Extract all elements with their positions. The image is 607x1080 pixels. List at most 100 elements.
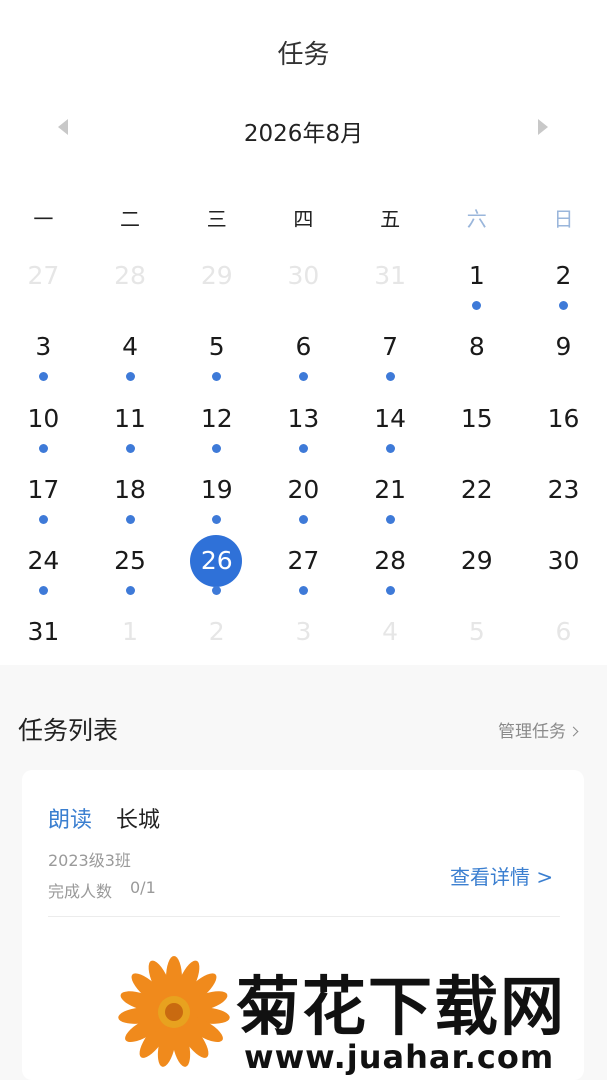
next-month-icon[interactable] (535, 116, 553, 138)
task-class: 2023级3班 (48, 851, 131, 870)
calendar-day-selected[interactable]: 26 (173, 532, 260, 603)
day-number: 29 (200, 261, 233, 290)
month-navigator: 2026年8月 (0, 108, 607, 148)
calendar-day[interactable]: 29 (433, 532, 520, 603)
calendar-day[interactable]: 17 (0, 461, 87, 532)
manage-tasks-link[interactable]: 管理任务 (498, 717, 579, 742)
calendar-day[interactable]: 9 (520, 318, 607, 389)
calendar-day[interactable]: 12 (173, 390, 260, 461)
calendar-week-row: 10 11 12 13 14 15 16 (0, 390, 607, 461)
day-number: 5 (468, 617, 485, 647)
completion-count: 0/1 (130, 878, 156, 897)
day-number: 1 (122, 617, 138, 647)
calendar-day[interactable]: 1 (433, 247, 520, 318)
weekday-fri: 五 (380, 207, 401, 231)
task-indicator-dot (385, 586, 395, 596)
divider (48, 916, 560, 917)
calendar-day[interactable]: 14 (347, 390, 434, 461)
day-number: 16 (547, 403, 580, 433)
day-number: 30 (547, 546, 580, 576)
calendar-day[interactable]: 6 (260, 318, 347, 389)
day-number: 3 (295, 617, 312, 647)
task-indicator-dot (125, 586, 135, 596)
calendar-week-row: 24 25 26 27 28 29 30 (0, 532, 607, 603)
calendar-day[interactable]: 27 (0, 247, 87, 318)
calendar-week-row: 17 18 19 20 21 22 23 (0, 461, 607, 532)
task-indicator-dot (559, 301, 569, 310)
manage-tasks-label: 管理任务 (498, 722, 566, 742)
weekday-sat: 六 (466, 207, 487, 231)
day-number: 27 (27, 261, 60, 290)
day-number: 28 (374, 546, 406, 576)
calendar-day[interactable]: 16 (520, 390, 607, 461)
weekday-sun: 日 (553, 207, 574, 231)
day-number: 27 (287, 546, 320, 576)
task-indicator-dot (39, 586, 48, 596)
day-number: 24 (27, 546, 60, 576)
day-number: 6 (555, 617, 572, 647)
calendar-day[interactable]: 28 (87, 247, 174, 318)
calendar-day[interactable]: 28 (347, 532, 434, 603)
day-number: 17 (27, 474, 60, 504)
day-number: 31 (374, 261, 406, 290)
day-number: 7 (382, 332, 399, 362)
task-indicator-dot (385, 372, 395, 382)
calendar-day[interactable]: 3 (0, 318, 87, 389)
calendar-day[interactable]: 19 (173, 461, 260, 532)
calendar-day[interactable]: 31 (347, 247, 434, 318)
watermark: 菊花下载网 www.juahar.com (118, 950, 607, 1080)
calendar-grid: 27 28 29 30 31 1 2 3 4 5 6 7 8 9 10 11 12 13 14 15 16 17 18 19 2… (0, 247, 607, 675)
day-number: 14 (374, 403, 406, 433)
calendar-day[interactable]: 18 (87, 461, 174, 532)
day-number: 31 (27, 617, 60, 647)
task-indicator-dot (472, 301, 482, 310)
day-number: 6 (295, 332, 312, 362)
calendar-day[interactable]: 27 (260, 532, 347, 603)
task-indicator-dot (39, 443, 48, 453)
task-indicator-dot (125, 514, 135, 524)
task-indicator-dot (299, 372, 309, 382)
flower-logo-icon (118, 956, 230, 1067)
day-number: 15 (460, 403, 493, 433)
calendar-day[interactable]: 7 (347, 318, 434, 389)
calendar-day[interactable]: 20 (260, 461, 347, 532)
calendar-day[interactable]: 2 (520, 247, 607, 318)
calendar-day[interactable]: 30 (520, 532, 607, 603)
task-indicator-dot (385, 443, 395, 453)
calendar-day[interactable]: 4 (87, 318, 174, 389)
calendar-day[interactable]: 30 (260, 247, 347, 318)
calendar-day[interactable]: 5 (173, 318, 260, 389)
task-indicator-dot (212, 586, 222, 596)
task-indicator-dot (212, 372, 222, 382)
day-number: 23 (547, 474, 580, 504)
task-indicator-dot (125, 443, 135, 453)
day-number: 30 (287, 261, 320, 290)
day-number: 18 (114, 474, 146, 504)
task-indicator-dot (125, 372, 135, 382)
calendar-day[interactable]: 21 (347, 461, 434, 532)
day-number: 21 (374, 474, 406, 504)
chevron-right-icon (568, 726, 579, 737)
day-number: 11 (114, 403, 146, 433)
task-type: 朗读 (48, 808, 93, 833)
calendar-week-row: 3 4 5 6 7 8 9 (0, 318, 607, 389)
day-number: 22 (460, 474, 493, 504)
view-details-link[interactable]: 查看详情 > (450, 861, 553, 890)
task-indicator-dot (299, 586, 309, 596)
calendar-day[interactable]: 15 (433, 390, 520, 461)
calendar-day[interactable]: 13 (260, 390, 347, 461)
calendar-day[interactable]: 29 (173, 247, 260, 318)
day-number: 29 (460, 546, 493, 576)
calendar-day[interactable]: 22 (433, 461, 520, 532)
calendar-day[interactable]: 8 (433, 318, 520, 389)
calendar-day[interactable]: 23 (520, 461, 607, 532)
task-indicator-dot (39, 514, 48, 524)
task-indicator-dot (299, 514, 309, 524)
calendar-day[interactable]: 25 (87, 532, 174, 603)
day-number: 4 (382, 617, 399, 647)
calendar-day[interactable]: 24 (0, 532, 87, 603)
page-title: 任务 (277, 40, 330, 70)
month-label: 2026年8月 (243, 121, 364, 147)
calendar-day[interactable]: 10 (0, 390, 87, 461)
calendar-day[interactable]: 11 (87, 390, 174, 461)
